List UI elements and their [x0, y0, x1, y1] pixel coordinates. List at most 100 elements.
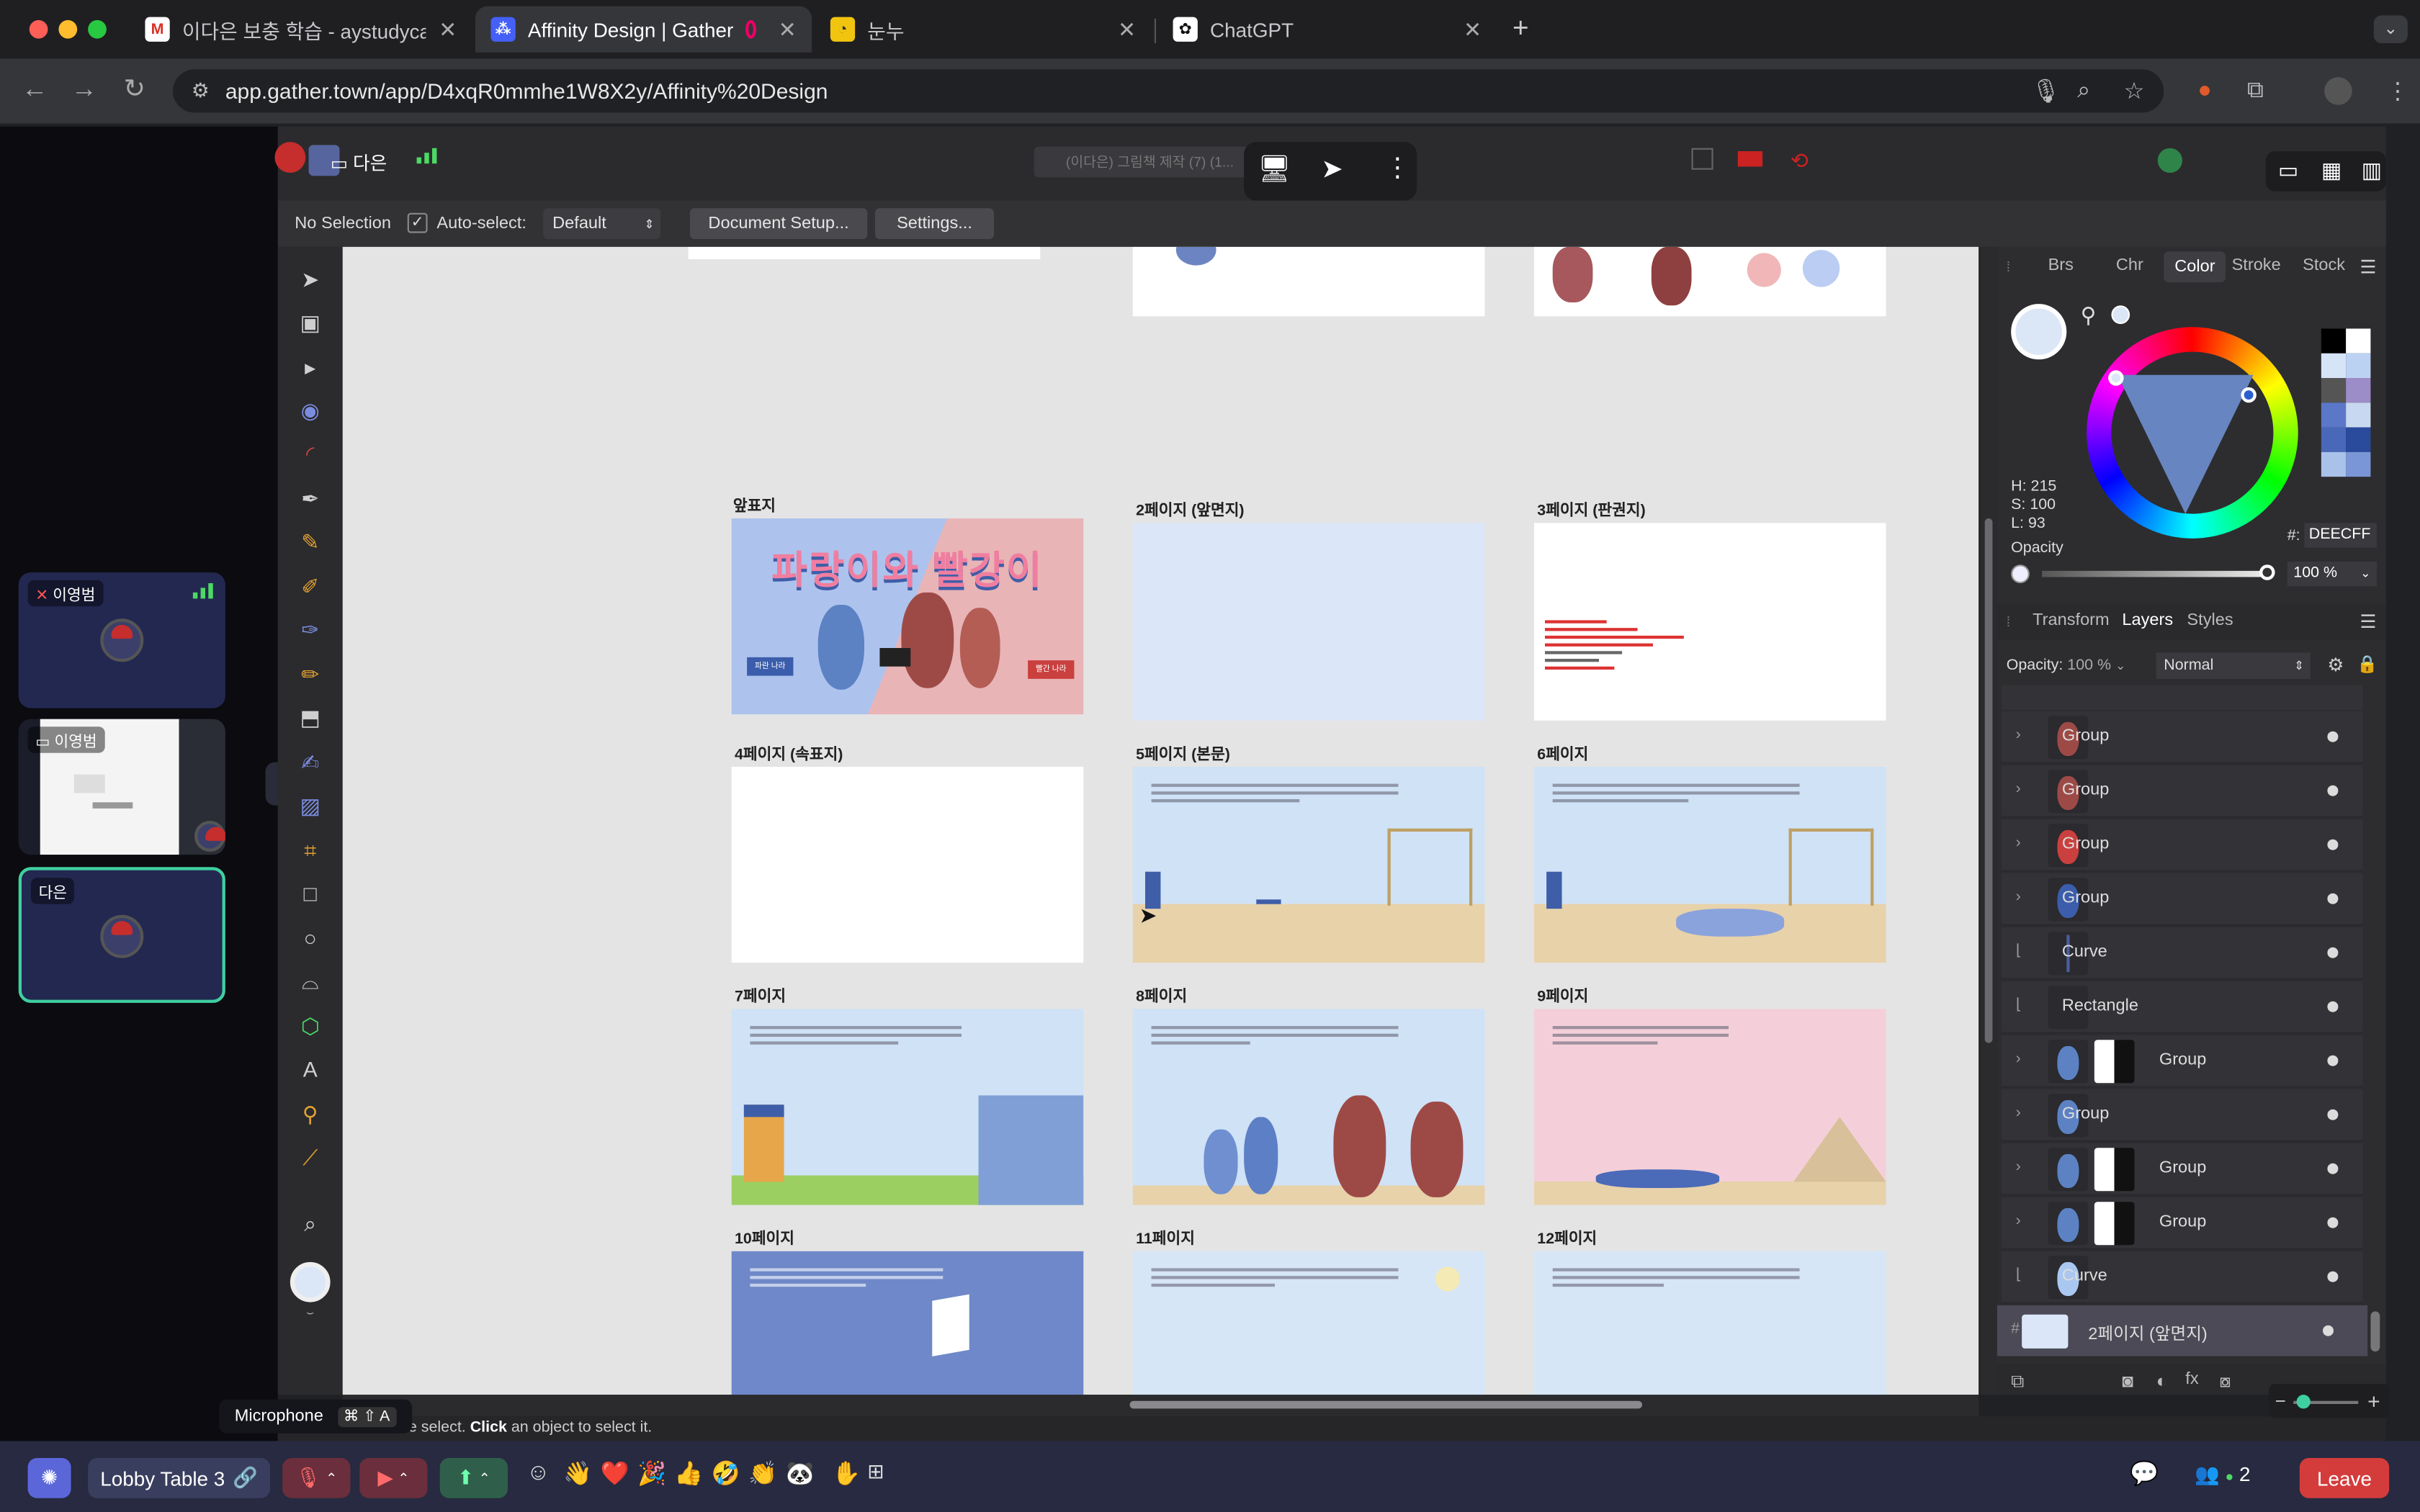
vector-brush-icon[interactable]: ✐ [293, 570, 327, 603]
back-icon[interactable]: ← [22, 74, 48, 105]
layer-copy-icon[interactable]: ⧉ [2011, 1370, 2024, 1393]
autoselect-checkbox[interactable]: ✓ [407, 212, 428, 233]
swatch[interactable] [2346, 353, 2371, 378]
visibility-toggle[interactable] [2327, 1001, 2339, 1012]
artboard-label[interactable]: 4페이지 (속표지) [735, 741, 843, 764]
artboard-page-2[interactable] [1132, 523, 1485, 721]
fx-icon[interactable]: fx [2185, 1370, 2198, 1389]
artboard-label[interactable]: 8페이지 [1136, 983, 1187, 1007]
browser-menu-icon[interactable]: ⋮ [2386, 77, 2409, 104]
close-icon[interactable]: ✕ [1464, 17, 1482, 42]
artboard-partial[interactable] [1534, 246, 1886, 317]
zoom-out-icon[interactable]: − [2275, 1390, 2286, 1412]
artboard-label[interactable]: 3페이지 (판권지) [1537, 497, 1645, 521]
measure-tool-icon[interactable]: ⟋ [293, 1140, 327, 1174]
tab-layers[interactable]: Layers [2122, 611, 2173, 630]
swatch[interactable] [2321, 427, 2347, 452]
point-transform-icon[interactable]: ◉ [293, 393, 327, 427]
artboard-page-10[interactable] [731, 1251, 1084, 1395]
profile-avatar[interactable] [2324, 77, 2352, 105]
swatch[interactable] [2346, 378, 2371, 403]
vertical-scrollbar[interactable] [1980, 246, 1997, 1395]
artboard-page-6[interactable] [1534, 767, 1886, 963]
artboard-page-11[interactable] [1132, 1251, 1485, 1395]
video-tile-screenshare[interactable]: ▭ 이영범 [18, 719, 225, 855]
artboard-label[interactable]: 7페이지 [735, 983, 786, 1007]
layer-row[interactable]: › Group [2002, 1143, 2363, 1196]
hex-input[interactable]: DEECFF [2304, 523, 2377, 548]
artboard-label[interactable]: 6페이지 [1537, 741, 1588, 764]
gear-icon[interactable]: ⚙ [2327, 654, 2344, 676]
swatch[interactable] [2321, 402, 2347, 428]
swatch[interactable] [2346, 328, 2371, 354]
grid-layout-icon[interactable]: ▦ [2321, 158, 2341, 184]
layer-row[interactable]: › Group [2002, 1035, 2363, 1088]
fill-color-swatch[interactable] [2011, 304, 2067, 360]
visibility-toggle[interactable] [2327, 731, 2339, 742]
crop-tool-icon[interactable]: ⌗ [293, 833, 327, 867]
minimize-window-button[interactable] [58, 19, 78, 39]
artistic-text-icon[interactable]: A [293, 1052, 327, 1086]
location-button[interactable]: Lobby Table 3 🔗 [88, 1457, 270, 1498]
layer-row[interactable]: › Group [2002, 765, 2363, 818]
microphone-toggle[interactable]: 🎙 ⌃ [282, 1457, 351, 1498]
more-options-icon[interactable]: ⋮ [1384, 153, 1410, 184]
artboard-partial[interactable] [1132, 246, 1485, 317]
artboard-cover[interactable]: 파랑이와 빨강이 파란 나라 빨간 나라 [731, 518, 1084, 715]
artboard-label[interactable]: 5페이지 (본문) [1136, 741, 1230, 764]
rectangle-tool-icon[interactable]: □ [293, 876, 327, 910]
swap-colors-icon[interactable]: ⌣ [300, 1305, 321, 1319]
thumbs-up-emoji-icon[interactable]: 👍 [674, 1459, 703, 1487]
artboard-label[interactable]: 10페이지 [735, 1225, 794, 1248]
zoom-tool-icon[interactable]: ⌕ [293, 1207, 327, 1241]
opacity-input[interactable]: 100 % ⌄ [2287, 562, 2377, 587]
screen-share-toggle[interactable]: ⬆ ⌃ [439, 1457, 508, 1498]
visibility-toggle[interactable] [2327, 947, 2339, 958]
scroll-thumb[interactable] [1984, 518, 1993, 1043]
artboard-label[interactable]: 2페이지 (앞면지) [1136, 497, 1244, 521]
chevron-right-icon[interactable]: › [2016, 780, 2021, 798]
swatch[interactable] [2346, 402, 2371, 428]
document-setup-button[interactable]: Document Setup... [689, 208, 868, 240]
chevron-right-icon[interactable]: › [2016, 1104, 2021, 1122]
close-icon[interactable]: ✕ [439, 17, 457, 42]
tab-color[interactable]: Color [2164, 251, 2226, 283]
layer-row[interactable]: › Group [2002, 1089, 2363, 1142]
link-icon[interactable]: 🔗 [233, 1466, 258, 1490]
address-bar[interactable]: ⚙ app.gather.town/app/D4xqR0mmhe1W8X2y/A… [173, 69, 2164, 113]
swatch[interactable] [2346, 451, 2371, 477]
artboard-label[interactable]: 11페이지 [1136, 1225, 1195, 1248]
chevron-right-icon[interactable]: › [2016, 1158, 2021, 1176]
pencil-tool-icon[interactable]: ✎ [293, 525, 327, 559]
video-tile-participant[interactable]: ✕ 이영범 [18, 572, 225, 708]
layer-group-icon[interactable]: ⧇ [2219, 1370, 2231, 1393]
panel-grip-icon[interactable]: ⁞ [2007, 614, 2010, 629]
visibility-toggle[interactable] [2327, 1271, 2339, 1282]
layer-opacity-control[interactable]: Opacity: 100 % ⌄ [2007, 657, 2126, 675]
paint-brush-icon[interactable]: ✏ [293, 657, 327, 691]
screen-layout-icon[interactable]: ▭ [2278, 158, 2298, 184]
chevron-right-icon[interactable]: › [2016, 888, 2021, 906]
transparency-tool-icon[interactable]: ✍ [293, 745, 327, 779]
visibility-toggle[interactable] [2327, 1109, 2339, 1120]
bookmark-star-icon[interactable]: ☆ [2124, 77, 2145, 104]
artboard-page-9[interactable] [1534, 1009, 1886, 1205]
emoji-picker-icon[interactable]: ☺ [526, 1459, 550, 1485]
fill-swatch[interactable] [290, 1261, 331, 1302]
artboard-partial[interactable] [688, 246, 1041, 259]
color-picker-handle[interactable] [2108, 370, 2124, 386]
panda-emoji-icon[interactable]: 🐼 [786, 1459, 815, 1487]
layer-row[interactable]: › Group [2002, 819, 2363, 872]
eyedropper-icon[interactable]: ⚲ [2081, 302, 2097, 328]
swatch[interactable] [2321, 328, 2347, 354]
tab-noonnu[interactable]: ◔ 눈누 ✕ [815, 6, 1151, 53]
artboard-label[interactable]: 9페이지 [1537, 983, 1588, 1007]
extension-icon[interactable]: ● [2197, 77, 2211, 103]
swatch[interactable] [2346, 427, 2371, 452]
opacity-slider[interactable] [2042, 570, 2271, 577]
place-image-icon[interactable]: ▨ [293, 788, 327, 822]
visibility-toggle[interactable] [2327, 893, 2339, 904]
visibility-toggle[interactable] [2327, 839, 2339, 850]
chevron-right-icon[interactable]: › [2016, 834, 2021, 852]
snap-magnet-icon[interactable]: ⟲ [1791, 148, 1809, 174]
